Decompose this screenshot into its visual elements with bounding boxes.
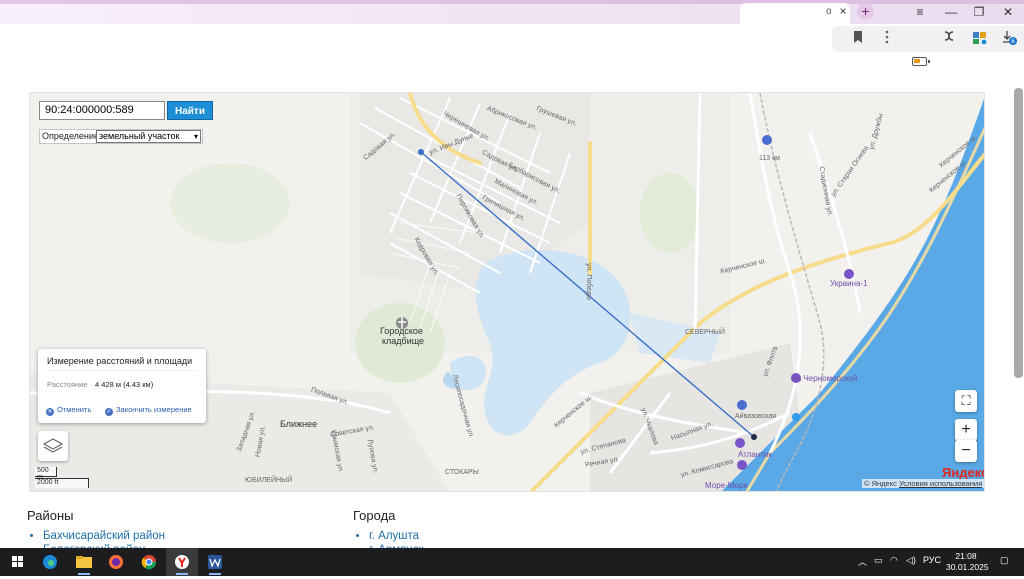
district-label-stokary: СТОКАРЫ <box>445 469 479 476</box>
notifications-icon[interactable]: ▢ <box>1000 555 1009 566</box>
taskbar-edge[interactable] <box>34 548 66 576</box>
more-options-icon[interactable] <box>879 30 895 46</box>
folder-icon <box>76 556 92 568</box>
layers-icon <box>42 438 64 453</box>
page-scrollbar-thumb[interactable] <box>1014 88 1023 378</box>
scale-imperial: 2000 ft <box>35 478 89 488</box>
measure-title: Измерение расстояний и площади <box>47 356 193 366</box>
map-base-layer <box>30 93 984 491</box>
cemetery-label-line2: кладбище <box>382 336 425 346</box>
browser-menu-button[interactable]: ≡ <box>906 2 934 22</box>
fullscreen-button[interactable]: ⛶ <box>955 390 977 412</box>
poi-label-na-chernomorskoy: На Черноморской <box>791 374 858 383</box>
measure-divider <box>47 370 197 371</box>
running-indicator <box>209 573 221 575</box>
tab-close-icon[interactable]: × <box>836 4 850 18</box>
running-indicator <box>176 573 188 575</box>
district-link[interactable]: Бахчисарайский район <box>43 529 165 543</box>
battery-saver-icon[interactable] <box>912 57 930 66</box>
new-tab-button[interactable]: + <box>857 3 874 20</box>
taskbar-clock[interactable]: 21:08 30.01.2025 <box>946 551 989 573</box>
tab-scroll-indicator: o <box>826 6 832 17</box>
cities-heading: Города <box>353 508 396 523</box>
input-language[interactable]: РУС <box>923 555 941 565</box>
battery-icon[interactable]: ▭ <box>874 555 883 566</box>
chrome-icon <box>141 555 157 570</box>
windows-icon <box>12 556 23 567</box>
map-copyright: © Яндекс Условия использования <box>862 479 984 488</box>
running-indicator <box>78 573 90 575</box>
measure-panel: Измерение расстояний и площади Расстояни… <box>38 349 206 423</box>
downloads-badge: 6 <box>1011 39 1015 45</box>
chevron-down-icon: ▾ <box>193 132 198 141</box>
taskbar-chrome[interactable] <box>133 548 165 576</box>
map-viewport[interactable]: Абрикосовая ул. Грушевая ул. Черешневая … <box>29 92 985 492</box>
taskbar-word[interactable] <box>199 548 231 576</box>
tray-overflow-icon[interactable]: ︿ <box>858 555 867 568</box>
definition-label: Определение: <box>42 131 102 141</box>
cancel-icon: ✕ <box>46 408 54 416</box>
scale-metric: 500 m <box>35 467 57 481</box>
maximize-button[interactable]: ❐ <box>965 2 993 22</box>
poi-label-ukraina: Украина-1 <box>830 279 868 288</box>
edge-icon <box>43 555 57 569</box>
taskbar-yandex-browser[interactable] <box>166 548 198 576</box>
measure-distance-label: Расстояние <box>47 380 88 389</box>
clock-time: 21:08 <box>955 551 977 561</box>
taskbar-explorer[interactable] <box>68 548 100 576</box>
extension-icon[interactable] <box>972 30 988 46</box>
clock-date: 30.01.2025 <box>946 562 989 572</box>
zoom-out-button[interactable]: − <box>955 440 977 462</box>
measure-distance-value: 4 428 м (4.43 км) <box>95 380 154 389</box>
active-tab[interactable] <box>740 3 850 24</box>
definition-select[interactable]: земельный участок ▾ <box>96 130 201 143</box>
windows-taskbar: ︿ ▭ ◠ ◁) РУС 21:08 30.01.2025 ▢ <box>0 548 1024 576</box>
close-window-button[interactable]: ✕ <box>994 2 1022 22</box>
station-label-aivazovskaya: Айвазовская <box>735 413 777 420</box>
taskbar-firefox[interactable] <box>100 548 132 576</box>
yandex-logo: Яндекс <box>942 465 985 480</box>
terms-link[interactable]: Условия использования <box>899 479 982 488</box>
volume-icon[interactable]: ◁) <box>906 555 916 566</box>
word-icon <box>208 555 222 569</box>
station-label-113km: 113 км <box>759 155 780 162</box>
district-label-severny: СЕВЕРНЫЙ <box>685 329 726 336</box>
cadastral-search-input[interactable]: 90:24:000000:589 <box>39 101 165 120</box>
browser-toolbar: 6 <box>0 24 1024 66</box>
definition-select-value: земельный участок <box>99 131 180 141</box>
yandex-browser-icon <box>175 555 189 569</box>
poi-label-atlantik: Атлантик <box>738 450 772 459</box>
cemetery-label-line1: Городское <box>380 326 423 336</box>
minimize-button[interactable]: — <box>937 2 965 22</box>
layers-button[interactable] <box>38 431 68 461</box>
measure-finish-button[interactable]: ✓ Закончить измерение <box>105 405 192 416</box>
city-link[interactable]: г. Алушта <box>369 529 424 543</box>
zoom-in-button[interactable]: + <box>955 419 977 441</box>
tab-strip-accent <box>0 0 1024 4</box>
street-label: ул. Победы <box>585 262 593 301</box>
check-icon: ✓ <box>105 408 113 416</box>
firefox-icon <box>109 555 123 569</box>
downloads-icon[interactable]: 6 <box>1001 30 1017 46</box>
measure-cancel-label: Отменить <box>57 405 92 414</box>
measure-cancel-button[interactable]: ✕ Отменить <box>46 405 91 416</box>
find-button[interactable]: Найти <box>167 101 213 120</box>
copyright-text: © Яндекс <box>864 479 897 488</box>
wifi-icon[interactable]: ◠ <box>890 555 898 566</box>
reader-icon[interactable] <box>941 30 957 46</box>
tab-strip: o × + ≡ — ❐ ✕ <box>0 0 1024 24</box>
district-label-blizhnee: Ближнее <box>280 419 318 429</box>
district-label-yubileyny: ЮБИЛЕЙНЫЙ <box>245 477 293 484</box>
districts-heading: Районы <box>27 508 74 523</box>
bookmark-icon[interactable] <box>850 30 866 46</box>
measure-finish-label: Закончить измерение <box>116 405 192 414</box>
start-button[interactable] <box>2 548 34 576</box>
poi-label-more-more: Море-Море <box>705 481 748 490</box>
